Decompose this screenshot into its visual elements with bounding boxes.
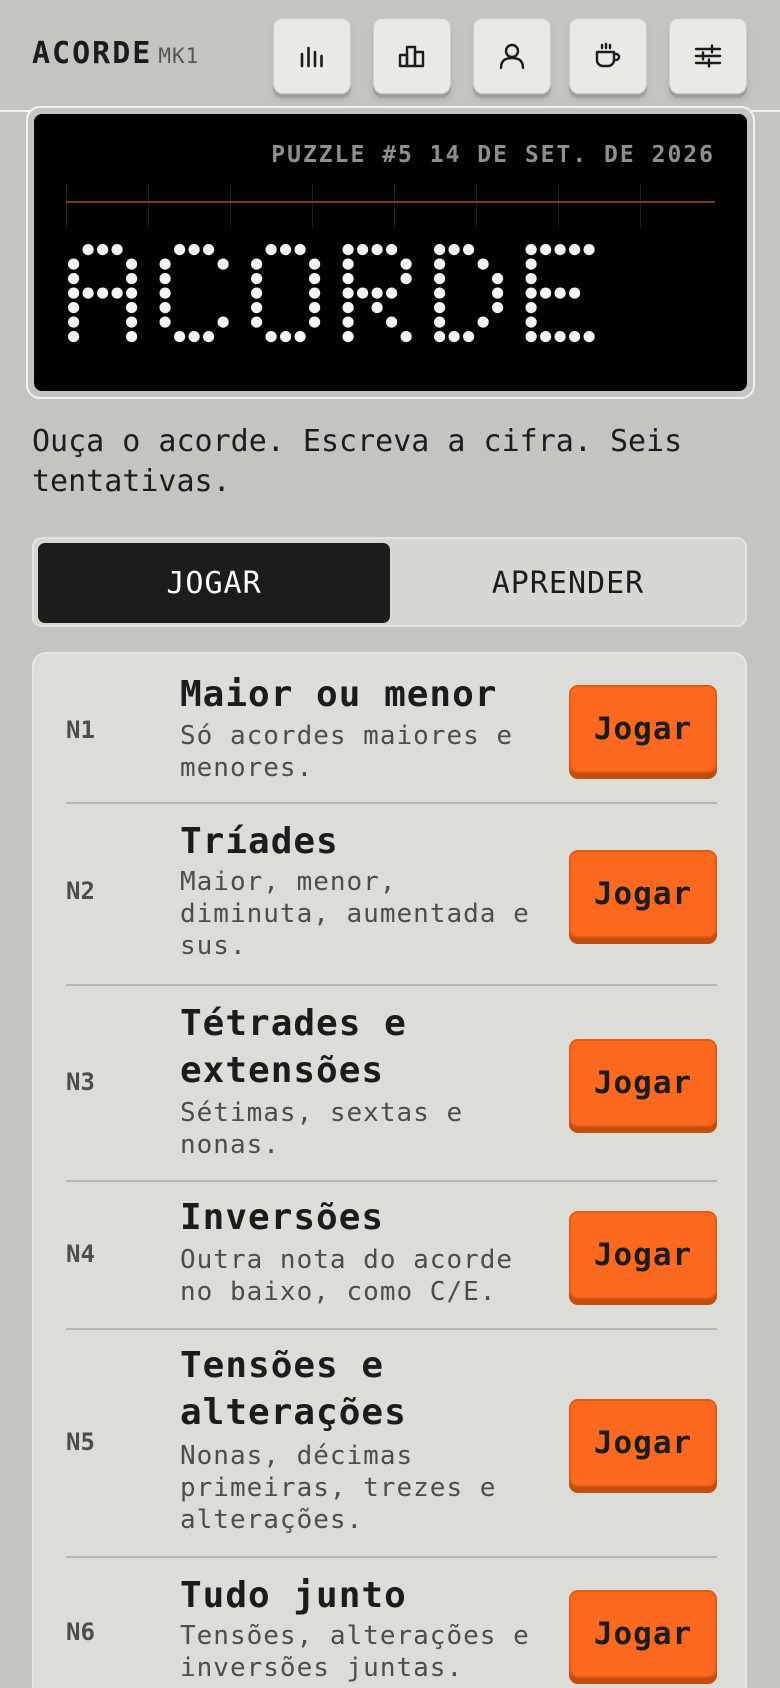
tab-learn[interactable]: APRENDER — [392, 543, 744, 623]
level-item: N2 Tríades Maior, menor, diminuta, aumen… — [66, 804, 717, 986]
level-number: N4 — [66, 1240, 95, 1268]
level-title: Tétrades e extensões — [180, 1003, 407, 1091]
level-description: Nonas, décimas primeiras, trezes e alter… — [180, 1441, 497, 1535]
level-number: N6 — [66, 1618, 95, 1646]
play-level-button[interactable]: Jogar — [569, 1590, 717, 1678]
grid-divider — [394, 184, 395, 228]
stats-icon — [398, 45, 425, 68]
level-item: N6 Tudo junto Tensões, alterações e inve… — [66, 1558, 717, 1688]
grid-divider — [558, 184, 559, 228]
sound-bars-icon — [300, 46, 323, 68]
level-number: N3 — [66, 1068, 95, 1096]
level-title: Inversões — [180, 1197, 385, 1238]
mode-tabs: JOGAR APRENDER — [32, 537, 747, 627]
level-title: Tríades — [180, 821, 339, 862]
level-description: Outra nota do acorde no baixo, como C/E. — [180, 1245, 514, 1307]
play-level-button[interactable]: Jogar — [569, 685, 717, 773]
coffee-button[interactable] — [569, 18, 647, 94]
level-number: N2 — [66, 877, 95, 905]
display-indicator-line — [66, 201, 715, 203]
level-description: Tensões, alterações e inversões juntas. — [180, 1621, 530, 1683]
coffee-icon — [595, 42, 621, 68]
play-level-button[interactable]: Jogar — [569, 1211, 717, 1299]
level-description: Maior, menor, diminuta, aumentada e sus. — [180, 867, 530, 961]
grid-divider — [640, 184, 641, 228]
grid-divider — [312, 184, 313, 228]
level-title: Maior ou menor — [180, 674, 498, 715]
dot-matrix-word — [68, 244, 595, 343]
dot-matrix-display: PUZZLE #5 14 DE SET. DE 2026 — [34, 114, 747, 391]
sound-bars-button[interactable] — [273, 18, 351, 94]
level-description: Sétimas, sextas e nonas. — [180, 1098, 464, 1160]
dot-letter — [251, 244, 321, 343]
puzzle-label: PUZZLE #5 14 DE SET. DE 2026 — [271, 142, 715, 168]
profile-button[interactable] — [473, 18, 551, 94]
grid-divider — [148, 184, 149, 228]
play-level-button[interactable]: Jogar — [569, 850, 717, 938]
brand-suffix: MK1 — [158, 44, 200, 68]
grid-divider — [230, 184, 231, 228]
level-title: Tensões e alterações — [180, 1345, 407, 1433]
levels-card: N1 Maior ou menor Só acordes maiores e m… — [32, 652, 747, 1688]
dot-letter — [342, 244, 412, 343]
display-frame: PUZZLE #5 14 DE SET. DE 2026 — [26, 106, 755, 399]
level-description: Só acordes maiores e menores. — [180, 721, 514, 783]
stats-button[interactable] — [373, 18, 451, 94]
dot-letter — [434, 244, 504, 343]
tab-play[interactable]: JOGAR — [38, 543, 390, 623]
profile-icon — [499, 43, 525, 70]
level-number: N1 — [66, 716, 95, 744]
dot-letter — [68, 244, 138, 343]
tagline: Ouça o acorde. Escreva a cifra. Seis ten… — [32, 424, 683, 499]
settings-sliders-icon — [694, 44, 722, 68]
level-number: N5 — [66, 1428, 95, 1456]
app-header: ACORDE MK1 — [0, 0, 780, 112]
brand-name: ACORDE — [32, 36, 153, 71]
level-item: N1 Maior ou menor Só acordes maiores e m… — [66, 654, 717, 804]
grid-divider — [66, 184, 67, 228]
level-item: N4 Inversões Outra nota do acorde no bai… — [66, 1182, 717, 1330]
level-item: N3 Tétrades e extensões Sétimas, sextas … — [66, 986, 717, 1182]
app-brand: ACORDE MK1 — [32, 36, 199, 71]
settings-button[interactable] — [669, 18, 747, 94]
grid-divider — [476, 184, 477, 228]
play-level-button[interactable]: Jogar — [569, 1399, 717, 1487]
play-level-button[interactable]: Jogar — [569, 1039, 717, 1127]
level-item: N5 Tensões e alterações Nonas, décimas p… — [66, 1330, 717, 1558]
dot-letter — [159, 244, 229, 343]
dot-letter — [525, 244, 595, 343]
level-title: Tudo junto — [180, 1575, 407, 1616]
